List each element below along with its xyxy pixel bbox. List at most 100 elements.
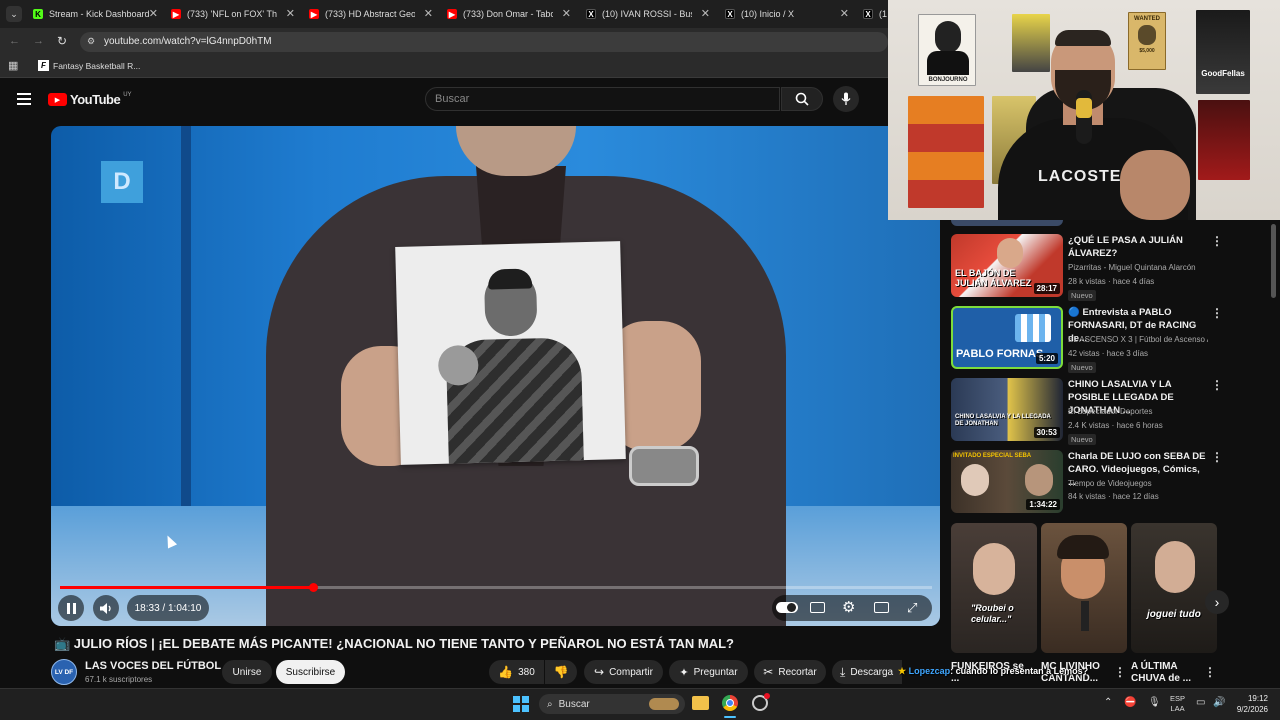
poster-caption: GoodFellas — [1201, 69, 1245, 78]
browser-tab[interactable]: X (10) Inicio / X ✕ — [725, 4, 849, 24]
voice-search-button[interactable] — [833, 86, 859, 112]
short-overlay-text: "Roubei o celular..." — [971, 603, 1014, 624]
settings-gear-icon[interactable]: ⚙ — [842, 600, 855, 615]
miniplayer-icon[interactable] — [874, 602, 889, 613]
progress-scrubber[interactable] — [309, 583, 318, 592]
wristwatch — [629, 446, 699, 486]
close-icon[interactable]: ✕ — [286, 7, 295, 20]
short-thumbnail[interactable]: joguei tudo — [1131, 523, 1217, 653]
dislike-button[interactable]: 👎 — [545, 660, 577, 684]
channel-name[interactable]: El Espectador Deportes — [1068, 407, 1153, 416]
browser-tab[interactable]: ▶ (733) HD Abstract Geome ✕ — [309, 4, 433, 24]
fullscreen-icon[interactable]: ⤢ — [907, 601, 917, 614]
url-bar[interactable]: ⚙ youtube.com/watch?v=lG4nnpD0hTM — [80, 32, 888, 52]
close-icon[interactable]: ✕ — [840, 7, 849, 20]
close-icon[interactable]: ✕ — [149, 7, 158, 20]
more-options-icon[interactable]: ⋮ — [1211, 306, 1223, 320]
bookmark-item[interactable]: Fantasy Basketball R... — [53, 61, 140, 71]
search-icon — [795, 92, 809, 106]
back-icon[interactable]: ← — [9, 35, 20, 47]
download-button[interactable]: ⤓ Descarga — [832, 660, 902, 684]
browser-tab[interactable]: X (1 — [863, 4, 888, 24]
apps-icon[interactable]: ▦ — [8, 59, 18, 72]
video-thumbnail[interactable]: INVITADO ESPECIAL SEBA 1:34:22 — [951, 450, 1063, 513]
clock-date: 9/2/2026 — [1236, 705, 1268, 714]
microphone-icon — [1076, 90, 1092, 144]
language-indicator[interactable]: ESP LAA — [1170, 694, 1185, 714]
shorts-next-button[interactable]: › — [1205, 590, 1229, 614]
subscribe-button[interactable]: Suscribirse — [276, 660, 345, 684]
video-player[interactable]: D — [51, 126, 940, 626]
share-button[interactable]: ↪ Compartir — [584, 660, 663, 684]
channel-avatar-text: LV DF — [54, 668, 74, 676]
browser-tab[interactable]: X (10) IVAN ROSSI - Buscar ✕ — [586, 4, 710, 24]
channel-name[interactable]: Tiempo de Videojuegos — [1068, 479, 1152, 488]
tab-label: (733) 'NFL on FOX' Theme — [187, 9, 277, 19]
sidebar-scrollbar[interactable] — [1271, 224, 1276, 298]
menu-icon[interactable] — [17, 93, 31, 105]
more-options-icon[interactable]: ⋮ — [1211, 450, 1223, 464]
close-icon[interactable]: ✕ — [562, 7, 571, 20]
browser-tab[interactable]: K Stream - Kick Dashboard ✕ — [33, 4, 158, 24]
search-input[interactable]: Buscar — [425, 87, 780, 111]
volume-button[interactable] — [93, 595, 119, 621]
youtube-logo[interactable]: ▶ YouTube UY — [48, 92, 132, 107]
subtitles-icon[interactable] — [810, 602, 825, 613]
short-thumbnail[interactable]: "Roubei o celular..." — [951, 523, 1037, 653]
kick-icon: K — [33, 9, 43, 19]
close-icon[interactable]: ✕ — [701, 7, 710, 20]
channel-name[interactable]: LAS VOCES DEL FÚTBOL — [85, 660, 221, 672]
autoplay-toggle[interactable] — [776, 602, 798, 613]
tab-search-button[interactable]: ⌄ — [6, 6, 22, 22]
close-icon[interactable]: ✕ — [424, 7, 433, 20]
search-button[interactable] — [781, 87, 823, 111]
pause-button[interactable] — [58, 595, 84, 621]
video-title[interactable]: ¿QUÉ LE PASA A JULIÁN ÁLVAREZ? — [1068, 234, 1208, 260]
ask-button[interactable]: ✦ Preguntar — [669, 660, 748, 684]
speaker-icon[interactable]: 🔊 — [1213, 697, 1225, 708]
obs-icon[interactable] — [752, 693, 770, 711]
browser-tab[interactable]: ▶ (733) Don Omar - Taboo ✕ — [447, 4, 571, 24]
forward-icon[interactable]: → — [33, 35, 44, 47]
browser-tab[interactable]: ▶ (733) 'NFL on FOX' Theme ✕ — [171, 4, 295, 24]
clip-button[interactable]: ✂ Recortar — [754, 660, 826, 684]
short-face — [973, 543, 1015, 595]
youtube-logo-icon: ▶ — [48, 93, 67, 106]
tray-chevron-icon[interactable]: ⌃ — [1104, 697, 1112, 708]
like-button[interactable]: 👍 380 — [489, 660, 544, 684]
more-options-icon[interactable]: ⋮ — [1204, 665, 1216, 679]
short-thumbnail[interactable] — [1041, 523, 1127, 653]
search-highlight-icon — [649, 698, 679, 710]
new-badge: Nuevo — [1068, 290, 1096, 301]
video-thumbnail[interactable]: PABLO FORNAS 5:20 — [951, 306, 1063, 369]
scissors-icon: ✂ — [763, 665, 774, 679]
channel-avatar[interactable]: LV DF — [51, 659, 77, 685]
more-options-icon[interactable]: ⋮ — [1114, 665, 1126, 679]
file-explorer-icon[interactable] — [692, 696, 709, 710]
video-thumbnail[interactable]: EL BAJÓN DE JULIÁN ÁLVAREZ 28:17 — [951, 234, 1063, 297]
display-icon[interactable]: ▭ — [1196, 697, 1205, 708]
taskbar-search[interactable]: ⌕ Buscar — [539, 694, 685, 714]
mic-tray-icon[interactable]: 🎙 — [1148, 697, 1161, 708]
network-icon[interactable]: ⛔ — [1124, 697, 1136, 708]
channel-name[interactable]: Pizarritas - Miguel Quintana Alarcón — [1068, 263, 1196, 272]
clock[interactable]: 19:12 9/2/2026 — [1232, 693, 1268, 715]
site-info-icon[interactable]: ⚙ — [87, 36, 95, 47]
thumb-guest-face — [961, 464, 989, 496]
windows-start-icon[interactable] — [513, 696, 529, 712]
streamer-hair — [1055, 30, 1111, 46]
video-meta: 42 vistas · hace 3 días — [1068, 349, 1149, 358]
share-icon: ↪ — [594, 665, 605, 679]
short-caption[interactable]: A ÚLTIMA CHUVA de ... — [1131, 661, 1203, 685]
video-thumbnail[interactable]: CHINO LASALVIA Y LA LLEGADA DE JONATHAN … — [951, 378, 1063, 441]
more-options-icon[interactable]: ⋮ — [1211, 234, 1223, 248]
join-button[interactable]: Unirse — [222, 660, 272, 684]
chrome-icon[interactable] — [722, 695, 738, 711]
more-options-icon[interactable]: ⋮ — [1211, 378, 1223, 392]
share-label: Compartir — [609, 666, 653, 678]
reload-icon[interactable]: ↻ — [57, 34, 67, 48]
channel-name[interactable]: EL ASCENSO X 3 | Fútbol de Ascenso Ar... — [1068, 335, 1208, 344]
shirt-logo: LACOSTE — [1038, 168, 1122, 185]
thumb-player-head — [997, 238, 1023, 268]
duration-badge: 5:20 — [1035, 353, 1058, 364]
